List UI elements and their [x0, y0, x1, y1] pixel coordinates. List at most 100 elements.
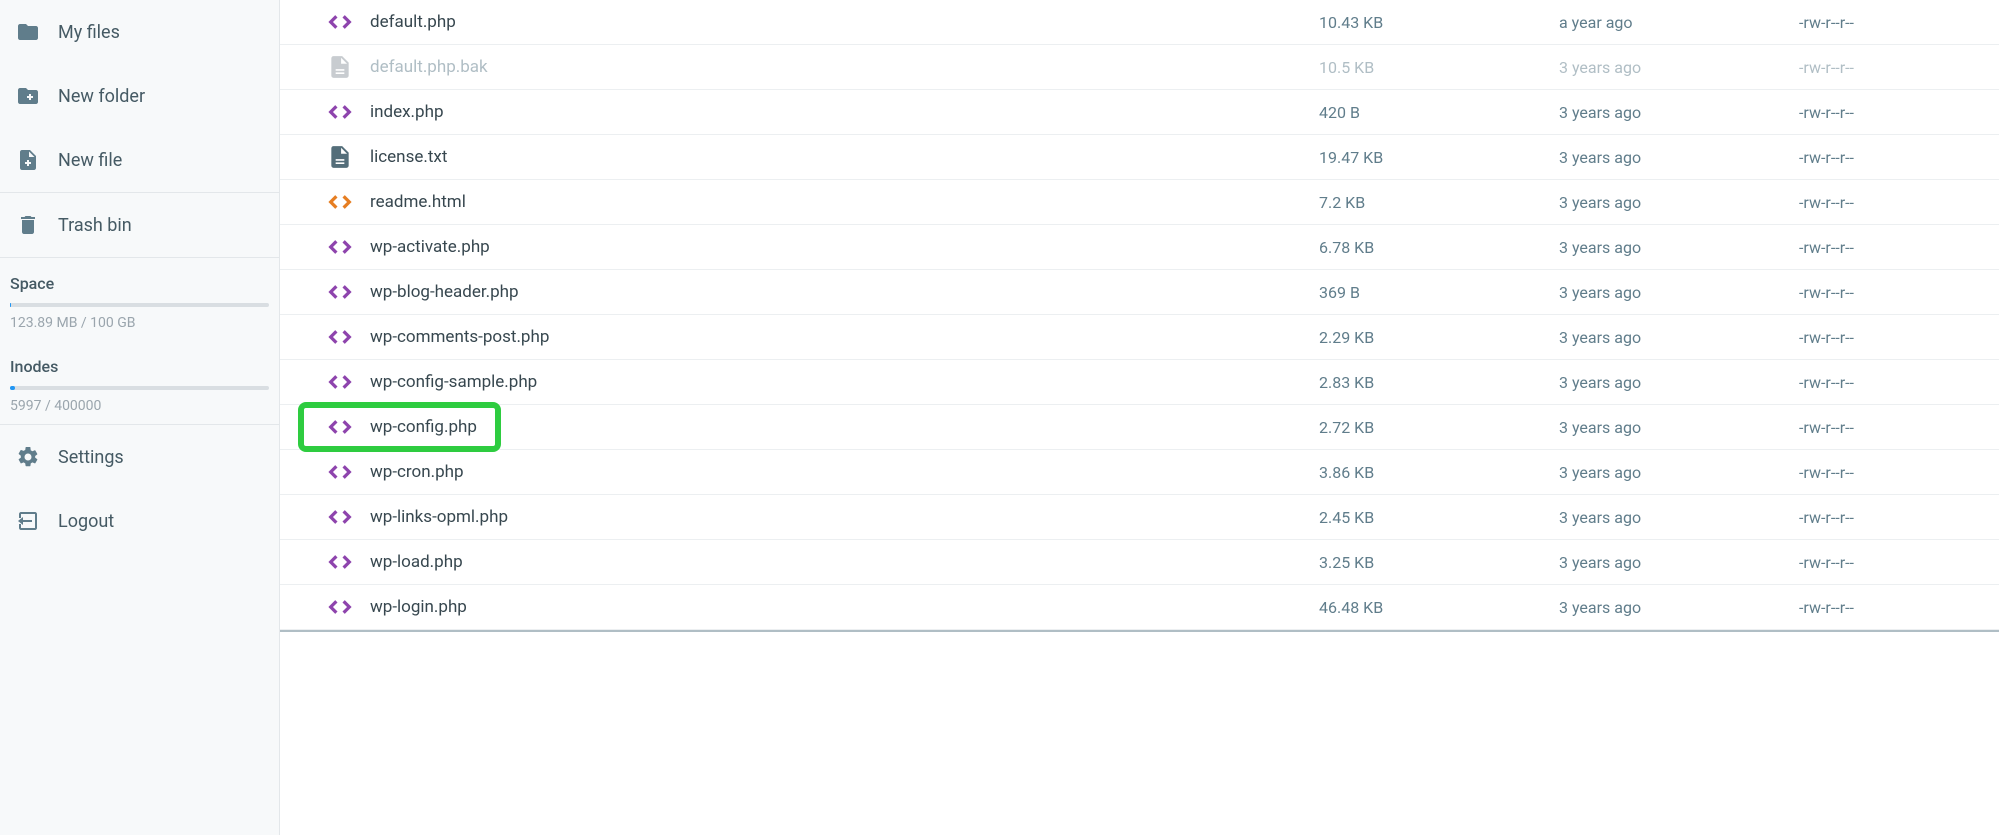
file-modified: 3 years ago: [1559, 418, 1799, 437]
file-modified: 3 years ago: [1559, 103, 1799, 122]
file-permissions: -rw-r--r--: [1799, 103, 1999, 122]
file-row[interactable]: default.php10.43 KBa year ago-rw-r--r--: [280, 0, 1999, 45]
file-permissions: -rw-r--r--: [1799, 13, 1999, 32]
inodes-label: Inodes: [10, 357, 269, 376]
file-name: default.php: [370, 12, 1319, 32]
space-section: Space 123.89 MB / 100 GB: [0, 258, 279, 341]
file-size: 10.43 KB: [1319, 13, 1559, 32]
code-icon: [310, 414, 370, 440]
file-permissions: -rw-r--r--: [1799, 148, 1999, 167]
file-permissions: -rw-r--r--: [1799, 418, 1999, 437]
file-name: wp-cron.php: [370, 462, 1319, 482]
sidebar-item-label: New file: [58, 150, 122, 171]
file-name: wp-login.php: [370, 597, 1319, 617]
file-permissions: -rw-r--r--: [1799, 193, 1999, 212]
file-permissions: -rw-r--r--: [1799, 238, 1999, 257]
sidebar: My files New folder New file Trash bin S…: [0, 0, 280, 835]
file-row[interactable]: wp-blog-header.php369 B3 years ago-rw-r-…: [280, 270, 1999, 315]
sidebar-item-label: New folder: [58, 86, 145, 107]
sidebar-item-my-files[interactable]: My files: [0, 0, 279, 64]
code-icon: [310, 189, 370, 215]
file-name: wp-comments-post.php: [370, 327, 1319, 347]
file-name: wp-activate.php: [370, 237, 1319, 257]
file-row[interactable]: wp-load.php3.25 KB3 years ago-rw-r--r--: [280, 540, 1999, 585]
file-row[interactable]: wp-links-opml.php2.45 KB3 years ago-rw-r…: [280, 495, 1999, 540]
file-modified: 3 years ago: [1559, 58, 1799, 77]
file-name: license.txt: [370, 147, 1319, 167]
file-icon: [310, 54, 370, 80]
file-permissions: -rw-r--r--: [1799, 58, 1999, 77]
code-icon: [310, 279, 370, 305]
file-permissions: -rw-r--r--: [1799, 553, 1999, 572]
file-row[interactable]: wp-activate.php6.78 KB3 years ago-rw-r--…: [280, 225, 1999, 270]
file-modified: 3 years ago: [1559, 238, 1799, 257]
file-name: index.php: [370, 102, 1319, 122]
file-size: 2.83 KB: [1319, 373, 1559, 392]
file-modified: 3 years ago: [1559, 553, 1799, 572]
folder-icon: [16, 20, 40, 44]
file-permissions: -rw-r--r--: [1799, 508, 1999, 527]
file-row[interactable]: default.php.bak10.5 KB3 years ago-rw-r--…: [280, 45, 1999, 90]
space-label: Space: [10, 274, 269, 293]
new-folder-icon: [16, 84, 40, 108]
code-icon: [310, 99, 370, 125]
file-size: 420 B: [1319, 103, 1559, 122]
inodes-section: Inodes 5997 / 400000: [0, 341, 279, 424]
sidebar-item-trash[interactable]: Trash bin: [0, 193, 279, 257]
code-icon: [310, 549, 370, 575]
inodes-usage-bar: [10, 386, 269, 390]
file-name: wp-config.php: [370, 417, 1319, 437]
code-icon: [310, 9, 370, 35]
sidebar-item-new-file[interactable]: New file: [0, 128, 279, 192]
file-size: 2.45 KB: [1319, 508, 1559, 527]
file-modified: 3 years ago: [1559, 373, 1799, 392]
file-modified: a year ago: [1559, 13, 1799, 32]
file-modified: 3 years ago: [1559, 463, 1799, 482]
file-size: 19.47 KB: [1319, 148, 1559, 167]
sidebar-item-label: Logout: [58, 511, 114, 532]
file-row[interactable]: index.php420 B3 years ago-rw-r--r--: [280, 90, 1999, 135]
file-size: 2.72 KB: [1319, 418, 1559, 437]
sidebar-item-logout[interactable]: Logout: [0, 489, 279, 553]
sidebar-item-new-folder[interactable]: New folder: [0, 64, 279, 128]
inodes-stat: 5997 / 400000: [10, 398, 269, 414]
file-size: 369 B: [1319, 283, 1559, 302]
file-modified: 3 years ago: [1559, 148, 1799, 167]
file-name: wp-config-sample.php: [370, 372, 1319, 392]
file-permissions: -rw-r--r--: [1799, 328, 1999, 347]
file-permissions: -rw-r--r--: [1799, 598, 1999, 617]
file-permissions: -rw-r--r--: [1799, 283, 1999, 302]
file-row[interactable]: license.txt19.47 KB3 years ago-rw-r--r--: [280, 135, 1999, 180]
code-icon: [310, 369, 370, 395]
file-modified: 3 years ago: [1559, 508, 1799, 527]
file-icon: [310, 144, 370, 170]
trash-icon: [16, 213, 40, 237]
sidebar-item-label: Trash bin: [58, 215, 132, 236]
file-modified: 3 years ago: [1559, 193, 1799, 212]
sidebar-item-label: Settings: [58, 447, 124, 468]
logout-icon: [16, 509, 40, 533]
file-name: wp-blog-header.php: [370, 282, 1319, 302]
file-modified: 3 years ago: [1559, 283, 1799, 302]
file-size: 7.2 KB: [1319, 193, 1559, 212]
file-permissions: -rw-r--r--: [1799, 373, 1999, 392]
gear-icon: [16, 445, 40, 469]
file-name: wp-load.php: [370, 552, 1319, 572]
file-row[interactable]: wp-config.php2.72 KB3 years ago-rw-r--r-…: [280, 405, 1999, 450]
file-size: 6.78 KB: [1319, 238, 1559, 257]
file-row[interactable]: readme.html7.2 KB3 years ago-rw-r--r--: [280, 180, 1999, 225]
file-size: 2.29 KB: [1319, 328, 1559, 347]
file-row[interactable]: wp-cron.php3.86 KB3 years ago-rw-r--r--: [280, 450, 1999, 495]
new-file-icon: [16, 148, 40, 172]
sidebar-item-settings[interactable]: Settings: [0, 425, 279, 489]
file-row[interactable]: wp-comments-post.php2.29 KB3 years ago-r…: [280, 315, 1999, 360]
space-stat: 123.89 MB / 100 GB: [10, 315, 269, 331]
file-size: 3.25 KB: [1319, 553, 1559, 572]
file-row[interactable]: wp-config-sample.php2.83 KB3 years ago-r…: [280, 360, 1999, 405]
sidebar-item-label: My files: [58, 22, 120, 43]
code-icon: [310, 504, 370, 530]
code-icon: [310, 324, 370, 350]
code-icon: [310, 594, 370, 620]
file-row[interactable]: wp-login.php46.48 KB3 years ago-rw-r--r-…: [280, 585, 1999, 630]
file-modified: 3 years ago: [1559, 598, 1799, 617]
